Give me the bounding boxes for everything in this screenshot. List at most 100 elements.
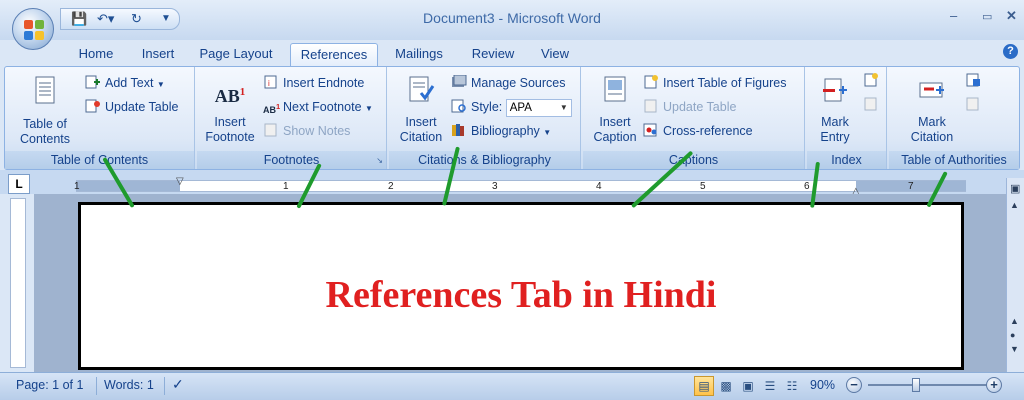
- ruler-toggle-icon[interactable]: ▣: [1010, 182, 1020, 195]
- group-table-of-authorities: Mark Citation Table of Authorities: [889, 67, 1019, 169]
- ruler-number: 2: [388, 181, 394, 192]
- ruler-number: 6: [804, 181, 810, 192]
- chevron-down-icon: ▼: [365, 104, 373, 113]
- maximize-icon[interactable]: ▭: [982, 10, 992, 23]
- add-text-label: Add Text: [105, 76, 154, 90]
- group-captions: Insert Caption Insert Table of Figures U…: [583, 67, 805, 169]
- insert-table-of-authorities-icon[interactable]: [965, 73, 981, 90]
- tab-page-layout[interactable]: Page Layout: [190, 43, 282, 66]
- customize-icon[interactable]: ▼: [161, 13, 171, 24]
- browse-object-icon[interactable]: ●: [1010, 330, 1015, 340]
- cross-reference-icon: [643, 123, 659, 137]
- office-button[interactable]: [12, 8, 54, 50]
- zoom-slider-thumb[interactable]: [912, 378, 920, 392]
- bibliography-button[interactable]: Bibliography ▼: [451, 121, 551, 141]
- bibliography-icon: [451, 123, 467, 137]
- ruler-left-margin: [76, 181, 180, 191]
- word-count[interactable]: Words: 1: [104, 378, 154, 392]
- zoom-slider-track[interactable]: [868, 384, 990, 386]
- update-index-icon[interactable]: [863, 97, 879, 114]
- tab-mailings[interactable]: Mailings: [384, 43, 454, 66]
- full-screen-reading-icon[interactable]: ▩: [716, 376, 736, 396]
- next-footnote-icon: AB1: [263, 102, 281, 115]
- web-layout-icon[interactable]: ▣: [738, 376, 758, 396]
- mark-entry-button[interactable]: Mark Entry: [811, 75, 859, 145]
- update-table-icon: [643, 99, 659, 113]
- table-of-figures-icon: [643, 75, 659, 89]
- insert-footnote-button[interactable]: AB1 Insert Footnote: [201, 77, 259, 145]
- insert-caption-icon: [599, 75, 631, 105]
- next-footnote-button[interactable]: AB1 Next Footnote ▼: [263, 97, 373, 117]
- tab-references[interactable]: References: [290, 43, 378, 66]
- previous-page-icon[interactable]: ▲: [1010, 316, 1019, 326]
- update-authorities-icon[interactable]: [965, 97, 981, 114]
- horizontal-ruler[interactable]: [76, 180, 966, 192]
- insert-caption-button[interactable]: Insert Caption: [587, 75, 643, 145]
- status-separator: [164, 377, 165, 395]
- close-icon[interactable]: ✕: [1006, 8, 1017, 24]
- update-table-icon: [85, 99, 101, 113]
- footnote-icon: AB1: [214, 86, 246, 106]
- next-footnote-label: Next Footnote: [283, 100, 362, 114]
- insert-endnote-icon: i: [263, 75, 279, 89]
- ruler-number: 5: [700, 181, 706, 192]
- print-layout-icon[interactable]: ▤: [694, 376, 714, 396]
- group-label-table-of-authorities: Table of Authorities: [889, 151, 1019, 169]
- zoom-level[interactable]: 90%: [810, 378, 835, 392]
- cross-reference-button[interactable]: Cross-reference: [643, 121, 753, 141]
- insert-table-of-figures-label: Insert Table of Figures: [663, 76, 787, 90]
- manage-sources-button[interactable]: Manage Sources: [451, 73, 566, 93]
- vertical-ruler[interactable]: [10, 198, 26, 368]
- chevron-down-icon: ▼: [559, 102, 568, 112]
- mark-citation-label1: Mark: [918, 115, 946, 129]
- save-icon[interactable]: 💾: [71, 11, 87, 27]
- next-page-icon[interactable]: ▼: [1010, 344, 1019, 354]
- style-label: Style:: [471, 100, 503, 114]
- proofing-icon[interactable]: ✓: [172, 376, 184, 393]
- update-table-button[interactable]: Update Table: [85, 97, 178, 117]
- zoom-out-icon[interactable]: −: [846, 377, 862, 393]
- tab-selector[interactable]: L: [8, 174, 30, 194]
- mark-citation-button[interactable]: Mark Citation: [903, 75, 961, 145]
- group-citations-bibliography: Insert Citation ▼ Manage Sources Style: …: [389, 67, 581, 169]
- draft-icon[interactable]: ☷: [782, 376, 802, 396]
- document-page[interactable]: References Tab in Hindi: [78, 202, 964, 370]
- show-notes-button[interactable]: Show Notes: [263, 121, 350, 141]
- tab-home[interactable]: Home: [66, 43, 126, 66]
- update-table-figures-button[interactable]: Update Table: [643, 97, 736, 117]
- style-selector[interactable]: Style: APA ▼: [451, 97, 572, 117]
- insert-citation-button[interactable]: Insert Citation ▼: [395, 75, 447, 161]
- insert-index-icon[interactable]: [863, 73, 879, 90]
- chevron-down-icon: ▼: [543, 128, 552, 137]
- page-count[interactable]: Page: 1 of 1: [16, 378, 83, 392]
- redo-icon[interactable]: ↻: [131, 11, 142, 27]
- status-bar: Page: 1 of 1 Words: 1 ✓ ▤ ▩ ▣ ☰ ☷ 90%: [0, 372, 1024, 400]
- tab-insert[interactable]: Insert: [130, 43, 186, 66]
- ribbon: Table of Contents ▼ Add Text ▼ Update Ta…: [4, 66, 1020, 170]
- table-of-contents-button[interactable]: Table of Contents ▼: [15, 75, 75, 163]
- insert-endnote-label: Insert Endnote: [283, 76, 365, 90]
- show-notes-label: Show Notes: [283, 124, 351, 138]
- first-line-indent-icon[interactable]: ▽: [176, 176, 184, 187]
- insert-table-of-figures-button[interactable]: Insert Table of Figures: [643, 73, 786, 93]
- manage-sources-label: Manage Sources: [471, 76, 566, 90]
- cross-reference-label: Cross-reference: [663, 124, 753, 138]
- dialog-launcher-icon[interactable]: ↘: [376, 156, 383, 165]
- document-heading[interactable]: References Tab in Hindi: [81, 273, 961, 317]
- table-of-contents-icon: [29, 75, 61, 105]
- style-dropdown[interactable]: APA ▼: [505, 98, 572, 117]
- group-label-table-of-contents: Table of Contents: [5, 151, 194, 169]
- show-notes-icon: [263, 123, 279, 137]
- scroll-up-icon[interactable]: ▲: [1010, 200, 1019, 210]
- zoom-in-icon[interactable]: +: [986, 377, 1002, 393]
- tab-review[interactable]: Review: [462, 43, 524, 66]
- help-icon[interactable]: ?: [1003, 44, 1018, 59]
- minimize-icon[interactable]: –: [950, 8, 957, 23]
- ribbon-tabs: Home Insert Page Layout References Maili…: [0, 40, 1024, 66]
- add-text-button[interactable]: Add Text ▼: [85, 73, 165, 93]
- tab-view[interactable]: View: [530, 43, 580, 66]
- undo-icon[interactable]: ↶▾: [97, 11, 114, 27]
- vertical-scrollbar[interactable]: ▣ ▲ ▲ ● ▼: [1006, 178, 1024, 372]
- insert-endnote-button[interactable]: i Insert Endnote: [263, 73, 364, 93]
- outline-icon[interactable]: ☰: [760, 376, 780, 396]
